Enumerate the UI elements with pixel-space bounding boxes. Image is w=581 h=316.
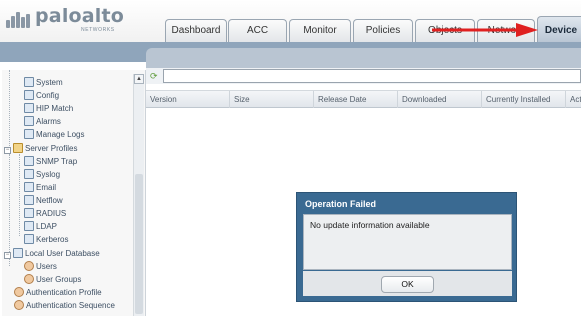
sidebar-item-label: LDAP [36, 222, 57, 231]
sidebar-item-label: Authentication Sequence [26, 301, 115, 310]
sidebar-item-snmp-trap[interactable]: SNMP Trap [24, 155, 77, 168]
dialog-title: Operation Failed [305, 199, 377, 209]
document-icon [24, 234, 34, 244]
sidebar-item-label: Kerberos [36, 235, 69, 244]
folder-icon [13, 143, 23, 153]
sidebar-item-label: Users [36, 262, 57, 271]
sidebar-item-label: Email [36, 183, 57, 192]
scroll-up-arrow-icon[interactable]: ▲ [134, 74, 144, 84]
user-group-icon [14, 287, 24, 297]
sidebar-item-label: Server Profiles [25, 144, 78, 153]
sidebar-item-authentication-profile[interactable]: Authentication Profile [14, 286, 102, 299]
toolbar: ⟳ [146, 68, 581, 84]
filter-input[interactable] [163, 69, 581, 83]
column-size[interactable]: Size [230, 91, 314, 108]
refresh-icon[interactable]: ⟳ [150, 71, 158, 82]
tab-policies[interactable]: Policies [353, 19, 413, 42]
logo-bars-icon [6, 10, 32, 28]
sidebar-item-kerberos[interactable]: Kerberos [24, 233, 68, 246]
sidebar-item-label: SNMP Trap [36, 157, 78, 166]
sidebar-item-label: HIP Match [36, 104, 74, 113]
document-icon [24, 129, 34, 139]
column-action[interactable]: Action [566, 91, 581, 108]
table-header: Version Size Release Date Downloaded Cur… [146, 90, 581, 108]
sidebar-item-label: Authentication Profile [26, 288, 102, 297]
sidebar-item-config[interactable]: Config [24, 89, 59, 102]
sidebar-item-label: RADIUS [36, 209, 67, 218]
scroll-thumb[interactable] [135, 174, 143, 314]
panel-header [146, 48, 581, 68]
database-icon [13, 248, 23, 258]
document-icon [24, 90, 34, 100]
column-version[interactable]: Version [146, 91, 230, 108]
sidebar-item-label: Alarms [36, 117, 61, 126]
document-icon [24, 77, 34, 87]
document-icon [24, 169, 34, 179]
sidebar-item-label: Netflow [36, 196, 63, 205]
top-header: paloalto NETWORKS Dashboard ACC Monitor … [0, 0, 581, 42]
sidebar-item-label: Config [36, 91, 60, 100]
user-group-icon [14, 300, 24, 310]
sidebar-item-user-groups[interactable]: User Groups [24, 273, 81, 286]
tab-monitor[interactable]: Monitor [289, 19, 351, 42]
ok-button[interactable]: OK [381, 276, 434, 293]
document-icon [24, 116, 34, 126]
document-icon [24, 103, 34, 113]
sidebar-item-label: System [36, 78, 63, 87]
brand-name: paloalto [35, 5, 125, 27]
document-icon [24, 182, 34, 192]
collapse-toggle[interactable]: − [4, 252, 11, 259]
sidebar-item-manage-logs[interactable]: Manage Logs [24, 128, 84, 141]
sidebar-item-local-user-database[interactable]: − Local User Database [4, 247, 100, 260]
collapse-toggle[interactable]: − [4, 147, 11, 154]
sidebar-item-hip-match[interactable]: HIP Match [24, 102, 73, 115]
tab-dashboard[interactable]: Dashboard [165, 19, 227, 42]
user-group-icon [24, 274, 34, 284]
sidebar-tree: System Config HIP Match Alarms Manage Lo… [2, 70, 146, 316]
sidebar-item-label: User Groups [36, 275, 82, 284]
column-currently-installed[interactable]: Currently Installed [482, 91, 566, 108]
sidebar-item-syslog[interactable]: Syslog [24, 168, 60, 181]
sidebar-item-label: Local User Database [25, 249, 100, 258]
sidebar-item-alarms[interactable]: Alarms [24, 115, 61, 128]
tree-guide [19, 154, 20, 236]
document-icon [24, 195, 34, 205]
document-icon [24, 208, 34, 218]
sidebar-item-label: Manage Logs [36, 130, 85, 139]
dialog-footer: OK [303, 271, 512, 296]
sidebar-item-label: Syslog [36, 170, 61, 179]
column-release-date[interactable]: Release Date [314, 91, 398, 108]
sidebar-item-users[interactable]: Users [24, 260, 57, 273]
annotation-arrow-icon [432, 23, 538, 37]
sidebar-item-server-profiles[interactable]: − Server Profiles [4, 142, 77, 155]
sidebar-scrollbar[interactable]: ▲ [133, 74, 144, 316]
document-icon [24, 221, 34, 231]
sidebar-item-system[interactable]: System [24, 76, 63, 89]
dialog-body: No update information available [303, 214, 512, 270]
tab-acc[interactable]: ACC [228, 19, 287, 42]
sidebar-item-email[interactable]: Email [24, 181, 56, 194]
tab-device[interactable]: Device [537, 16, 581, 42]
paloalto-logo: paloalto NETWORKS [6, 4, 124, 36]
column-downloaded[interactable]: Downloaded [398, 91, 482, 108]
document-icon [24, 156, 34, 166]
dialog-message: No update information available [310, 220, 430, 230]
user-icon [24, 261, 34, 271]
sidebar-item-authentication-sequence[interactable]: Authentication Sequence [14, 299, 115, 312]
brand-tagline: NETWORKS [81, 27, 115, 33]
operation-failed-dialog: Operation Failed No update information a… [296, 192, 517, 302]
sidebar-item-ldap[interactable]: LDAP [24, 220, 57, 233]
sidebar-item-radius[interactable]: RADIUS [24, 207, 66, 220]
sidebar-item-netflow[interactable]: Netflow [24, 194, 63, 207]
